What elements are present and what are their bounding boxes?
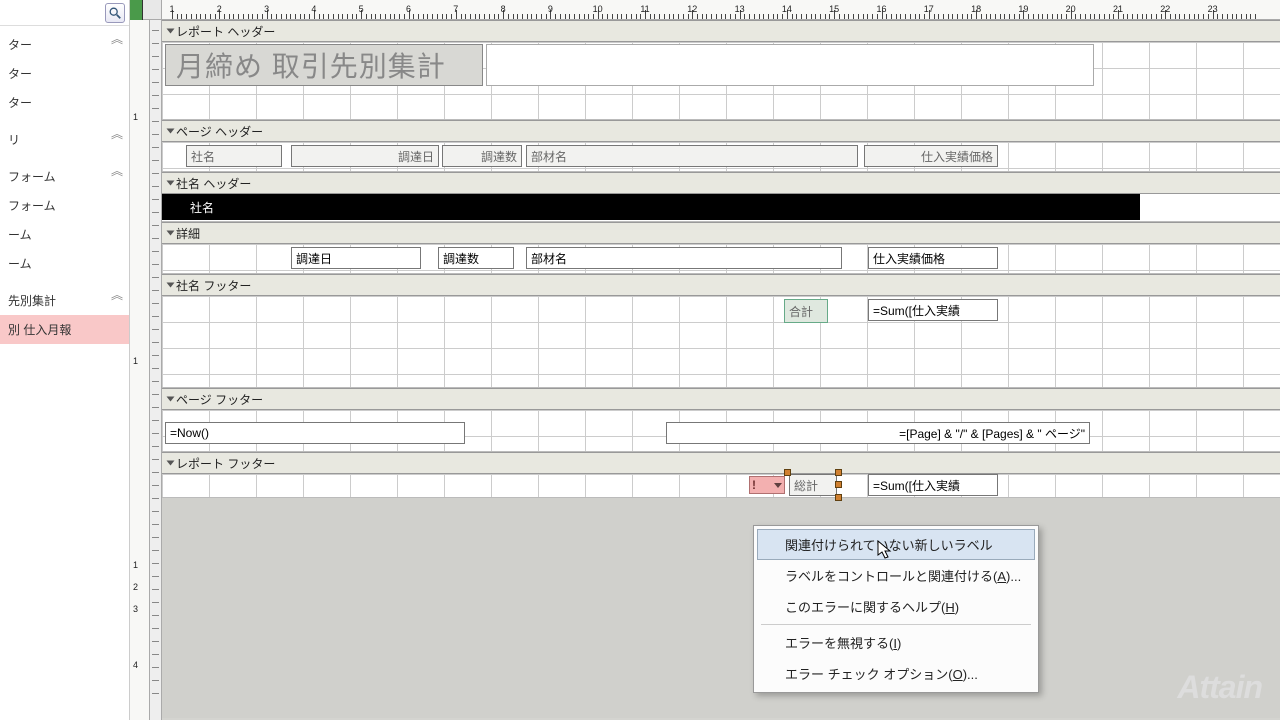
- field-date[interactable]: 調達日: [291, 247, 421, 269]
- menu-item-options[interactable]: エラー チェック オプション(O)...: [757, 658, 1035, 689]
- warning-icon: !: [752, 478, 756, 492]
- field-material[interactable]: 部材名: [526, 247, 842, 269]
- expand-icon: [167, 283, 175, 288]
- field-total[interactable]: =Sum([仕入実績: [868, 474, 998, 496]
- sidebar-item[interactable]: ター: [0, 88, 129, 117]
- section-body-company-footer[interactable]: 合計 =Sum([仕入実績: [162, 296, 1280, 388]
- section-body-report-footer[interactable]: ! 総計 =Sum([仕入実績: [162, 474, 1280, 498]
- sidebar-item[interactable]: ーム: [0, 220, 129, 249]
- section-label: 社名 ヘッダー: [176, 175, 251, 192]
- title-label[interactable]: 月締め 取引先別集計: [165, 44, 483, 86]
- sidebar-item[interactable]: リ: [0, 125, 129, 154]
- section-label: レポート ヘッダー: [176, 23, 275, 40]
- field-pager[interactable]: =[Page] & "/" & [Pages] & " ページ": [666, 422, 1090, 444]
- sidebar-item[interactable]: 先別集計: [0, 286, 129, 315]
- field-price[interactable]: 仕入実績価格: [868, 247, 998, 269]
- selected-label-total[interactable]: 総計: [789, 474, 837, 496]
- section-label: 詳細: [176, 225, 200, 242]
- section-label: レポート フッター: [176, 455, 275, 472]
- horizontal-ruler[interactable]: 1234567891011121314151617181920212223: [162, 0, 1280, 20]
- sidebar-item[interactable]: ーム: [0, 249, 129, 278]
- section-bar-report-header[interactable]: レポート ヘッダー: [162, 20, 1280, 42]
- section-body-page-footer[interactable]: =Now() =[Page] & "/" & [Pages] & " ページ": [162, 410, 1280, 452]
- section-bar-company-header[interactable]: 社名 ヘッダー: [162, 172, 1280, 194]
- ruler-origin[interactable]: [130, 0, 143, 20]
- section-selector-column[interactable]: [150, 0, 162, 720]
- search-icon[interactable]: [105, 3, 125, 23]
- sidebar-item[interactable]: フォーム: [0, 191, 129, 220]
- expand-icon: [167, 231, 175, 236]
- section-label: 社名 フッター: [176, 277, 251, 294]
- search-box[interactable]: [0, 0, 129, 26]
- vertical-ruler[interactable]: 111234: [130, 20, 150, 720]
- label-count[interactable]: 調達数: [442, 145, 522, 167]
- expand-icon: [167, 29, 175, 34]
- menu-item-new-label[interactable]: 関連付けられていない新しいラベル: [757, 529, 1035, 560]
- chevron-up-icon[interactable]: ︽: [111, 125, 123, 137]
- label-material[interactable]: 部材名: [526, 145, 858, 167]
- error-smart-tag[interactable]: !: [749, 476, 785, 494]
- sidebar-item[interactable]: フォーム: [0, 162, 129, 191]
- section-bar-company-footer[interactable]: 社名 フッター: [162, 274, 1280, 296]
- expand-icon: [167, 397, 175, 402]
- attain-logo: Attain: [1177, 669, 1262, 706]
- label-company[interactable]: 社名: [186, 145, 282, 167]
- label-date[interactable]: 調達日: [291, 145, 439, 167]
- section-label: ページ フッター: [176, 391, 263, 408]
- section-bar-report-footer[interactable]: レポート フッター: [162, 452, 1280, 474]
- sidebar-item[interactable]: ター: [0, 59, 129, 88]
- section-body-report-header[interactable]: 月締め 取引先別集計: [162, 42, 1280, 120]
- dropdown-icon[interactable]: [774, 483, 782, 488]
- expand-icon: [167, 181, 175, 186]
- menu-separator: [761, 624, 1031, 625]
- chevron-up-icon[interactable]: ︽: [111, 162, 123, 174]
- chevron-up-icon[interactable]: ︽: [111, 286, 123, 298]
- error-context-menu: 関連付けられていない新しいラベル ラベルをコントロールと関連付ける(A)... …: [753, 525, 1039, 693]
- sidebar-item[interactable]: ター: [0, 30, 129, 59]
- section-body-page-header[interactable]: 社名 調達日 調達数 部材名 仕入実績価格: [162, 142, 1280, 172]
- navigation-sidebar: ︽ ター ター ター ︽ リ ︽ フォーム フォーム ーム ーム ︽ 先別集計 …: [0, 0, 130, 720]
- report-design-area: 1234567891011121314151617181920212223 11…: [130, 0, 1280, 720]
- label-total[interactable]: 総計: [789, 474, 837, 496]
- section-body-company-header[interactable]: 社名: [162, 194, 1280, 222]
- field-count[interactable]: 調達数: [438, 247, 514, 269]
- menu-item-help[interactable]: このエラーに関するヘルプ(H): [757, 591, 1035, 622]
- label-price[interactable]: 仕入実績価格: [864, 145, 998, 167]
- field-now[interactable]: =Now(): [165, 422, 465, 444]
- expand-icon: [167, 461, 175, 466]
- section-body-detail[interactable]: 調達日 調達数 部材名 仕入実績価格: [162, 244, 1280, 274]
- design-canvas[interactable]: レポート ヘッダー 月締め 取引先別集計 ページ ヘッダー 社名 調達日 調達数…: [162, 20, 1280, 720]
- menu-item-ignore[interactable]: エラーを無視する(I): [757, 627, 1035, 658]
- section-bar-page-footer[interactable]: ページ フッター: [162, 388, 1280, 410]
- section-bar-detail[interactable]: 詳細: [162, 222, 1280, 244]
- field-company[interactable]: 社名: [186, 194, 626, 220]
- label-subtotal[interactable]: 合計: [784, 299, 828, 323]
- section-bar-page-header[interactable]: ページ ヘッダー: [162, 120, 1280, 142]
- sidebar-item-selected[interactable]: 別 仕入月報: [0, 315, 129, 344]
- chevron-up-icon[interactable]: ︽: [111, 30, 123, 42]
- menu-item-associate[interactable]: ラベルをコントロールと関連付ける(A)...: [757, 560, 1035, 591]
- section-label: ページ ヘッダー: [176, 123, 263, 140]
- field-subtotal[interactable]: =Sum([仕入実績: [868, 299, 998, 321]
- expand-icon: [167, 129, 175, 134]
